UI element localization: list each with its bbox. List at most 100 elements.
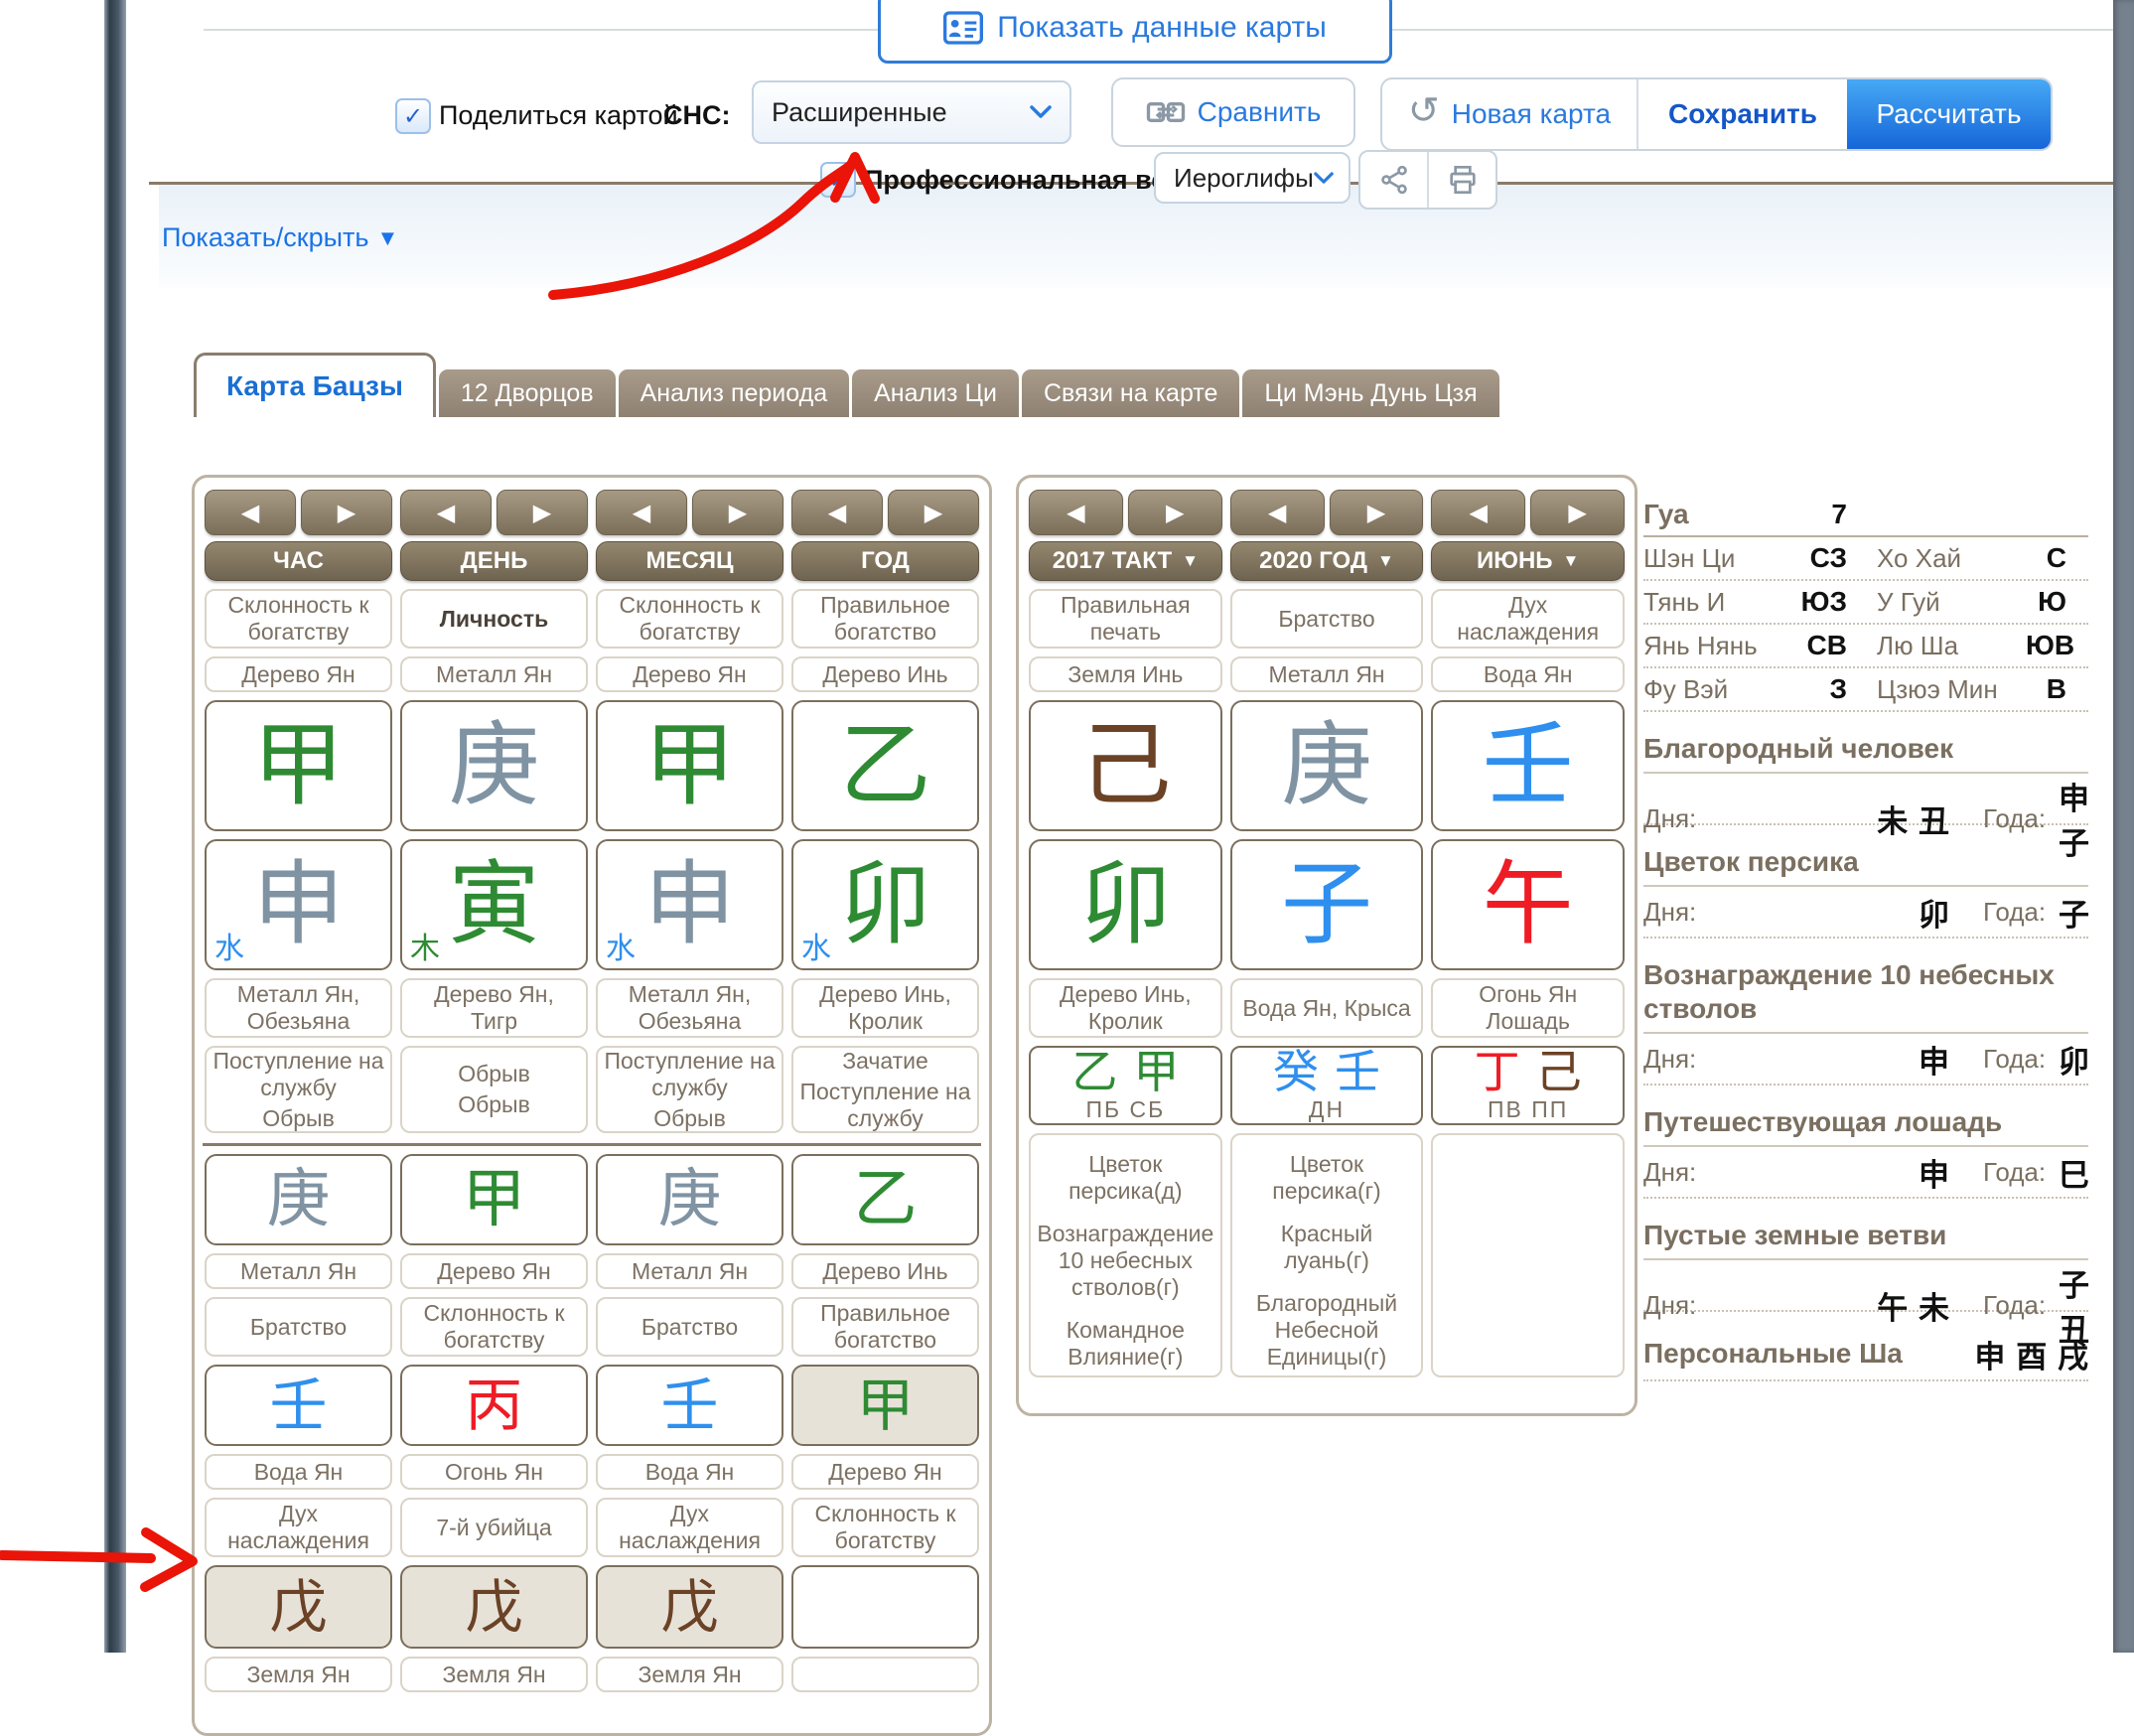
hidden-stem-box[interactable]: 戊 [400,1565,588,1649]
nav-next-button[interactable]: ▶ [888,490,979,535]
tab-Ци Мэнь Дунь Цзя[interactable]: Ци Мэнь Дунь Цзя [1242,369,1498,417]
direction-row: Янь НяньСВЛю ШаЮВ [1643,625,2088,668]
period-stem-box[interactable]: 庚 [1230,700,1424,831]
gua-row: Гуа 7 [1643,494,2088,537]
nav-prev-button[interactable]: ◀ [596,490,687,535]
period-branch-box[interactable]: 卯 [1029,839,1222,970]
element-subscript: 水 [606,935,636,964]
tab-Связи на карте[interactable]: Связи на карте [1022,369,1239,417]
year-label: Года: [1949,1290,2059,1321]
period-stem-box[interactable]: 己 [1029,700,1222,831]
heavenly-stem-box[interactable]: 庚 [400,700,588,831]
earthly-branch-box[interactable]: 申水 [205,839,392,970]
day-label: Дня: [1643,1044,1723,1075]
period-branch-box[interactable]: 午 [1431,839,1625,970]
direction-value: С [2026,542,2088,574]
period-stem-box[interactable]: 壬 [1431,700,1625,831]
compare-button[interactable]: Сравнить [1111,77,1355,147]
save-button[interactable]: Сохранить [1638,79,1847,149]
heavenly-stem-box[interactable]: 乙 [791,700,979,831]
show-card-data-button[interactable]: Показать данные карты [878,0,1392,64]
day-value: 未 丑 [1723,796,1949,841]
hidden-stem-box[interactable]: 壬 [596,1365,783,1446]
hidden-stem-box[interactable]: 甲 [400,1154,588,1245]
period-element-label: Земля Инь [1029,656,1222,692]
calculate-label: Рассчитать [1876,98,2021,130]
period-notes-box: Цветок персика(г)Красный луань(г)Благоро… [1230,1133,1424,1377]
sns-dropdown[interactable]: Расширенные [752,80,1071,144]
hanzi-char: 壬 [1483,720,1574,811]
year-value: 申 子 [2059,774,2089,863]
period-note: Благородный Небесной Единицы(г) [1238,1290,1416,1371]
glyphs-dropdown[interactable]: Иероглифы [1154,152,1351,204]
year-label: Года: [1949,897,2059,928]
nav-next-button[interactable]: ▶ [301,490,392,535]
nav-prev-button[interactable]: ◀ [1029,490,1123,535]
tab-Анализ Ци[interactable]: Анализ Ци [852,369,1019,417]
day-label: Дня: [1643,803,1723,834]
hidden-stem-box[interactable]: 戊 [596,1565,783,1649]
hidden-stem-role-label: 7-й убийца [400,1498,588,1557]
hidden-stem-box[interactable] [791,1565,979,1649]
nav-next-button[interactable]: ▶ [1330,490,1424,535]
hidden-stem-box[interactable]: 壬 [205,1365,392,1446]
direction-label: Цзюэ Мин [1877,674,2026,705]
nav-next-button[interactable]: ▶ [692,490,783,535]
heavenly-stem-box[interactable]: 甲 [596,700,783,831]
column-header: МЕСЯЦ [596,541,783,581]
pillar-nav: ◀▶ [205,490,392,535]
day-value: 申 [1723,1150,1949,1195]
show-hide-link[interactable]: Показать/скрыть ▼ [162,222,398,253]
new-chart-button[interactable]: ↺ Новая карта [1382,79,1636,149]
life-stage-item: Поступление на службу [604,1048,776,1101]
day-value: 申 [1723,1037,1949,1082]
nav-next-button[interactable]: ▶ [1128,490,1222,535]
period-branch-box[interactable]: 子 [1230,839,1424,970]
tab-12 Дворцов[interactable]: 12 Дворцов [439,369,616,417]
minor-stems-chars: 丁己 [1475,1049,1582,1094]
minor-stems-box[interactable]: 癸壬ДН [1230,1046,1424,1125]
nav-prev-button[interactable]: ◀ [205,490,296,535]
minor-stems-box[interactable]: 乙甲ПБ СБ [1029,1046,1222,1125]
right-scrollbar-rail[interactable] [2113,0,2134,1653]
pro-version-checkbox[interactable]: ✓ [820,162,856,198]
nav-prev-button[interactable]: ◀ [1230,490,1325,535]
tab-Анализ периода[interactable]: Анализ периода [619,369,850,417]
period-notes-box: Цветок персика(д)Вознаграждение 10 небес… [1029,1133,1222,1377]
hanzi-char: 癸 [1273,1049,1319,1094]
calculate-button[interactable]: Рассчитать [1847,79,2051,149]
column-header[interactable]: ИЮНЬ▼ [1431,541,1625,581]
print-button[interactable] [1427,152,1495,208]
pillar-hidden-column-МЕСЯЦ: 庚Металл ЯнБратство壬Вода ЯнДух наслаждени… [596,1146,783,1692]
share-button[interactable] [1360,152,1427,208]
nav-prev-button[interactable]: ◀ [1431,490,1525,535]
earthly-branch-box[interactable]: 卯水 [791,839,979,970]
hidden-stem-box[interactable]: 庚 [596,1154,783,1245]
nav-prev-button[interactable]: ◀ [791,490,883,535]
heavenly-stem-box[interactable]: 甲 [205,700,392,831]
hidden-stem-box[interactable]: 乙 [791,1154,979,1245]
share-chart-checkbox[interactable]: ✓ [395,98,431,134]
direction-label: Тянь И [1643,587,1792,618]
main-tabs: Карта Бацзы12 ДворцовАнализ периодаАнали… [194,356,1499,417]
hidden-stem-box[interactable]: 庚 [205,1154,392,1245]
hidden-stem-box[interactable]: 甲 [791,1365,979,1446]
hidden-stem-box[interactable]: 戊 [205,1565,392,1649]
year-label: Года: [1949,803,2059,834]
tab-Карта Бацзы[interactable]: Карта Бацзы [194,353,436,417]
element-subscript: 水 [801,935,831,964]
nav-prev-button[interactable]: ◀ [400,490,492,535]
minor-stems-box[interactable]: 丁己ПВ ПП [1431,1046,1625,1125]
triangle-down-icon: ▼ [1377,551,1394,571]
hidden-stem-box[interactable]: 丙 [400,1365,588,1446]
nav-next-button[interactable]: ▶ [1530,490,1625,535]
period-note: Цветок персика(г) [1238,1151,1416,1205]
column-header[interactable]: 2020 ГОД▼ [1230,541,1424,581]
earthly-branch-box[interactable]: 申水 [596,839,783,970]
period-element-label: Металл Ян [1230,656,1424,692]
earthly-branch-box[interactable]: 寅木 [400,839,588,970]
column-header[interactable]: 2017 ТАКТ▼ [1029,541,1222,581]
sidebar-section-title: Благородный человек [1643,732,2088,774]
element-subscript: 水 [214,935,244,964]
nav-next-button[interactable]: ▶ [497,490,588,535]
